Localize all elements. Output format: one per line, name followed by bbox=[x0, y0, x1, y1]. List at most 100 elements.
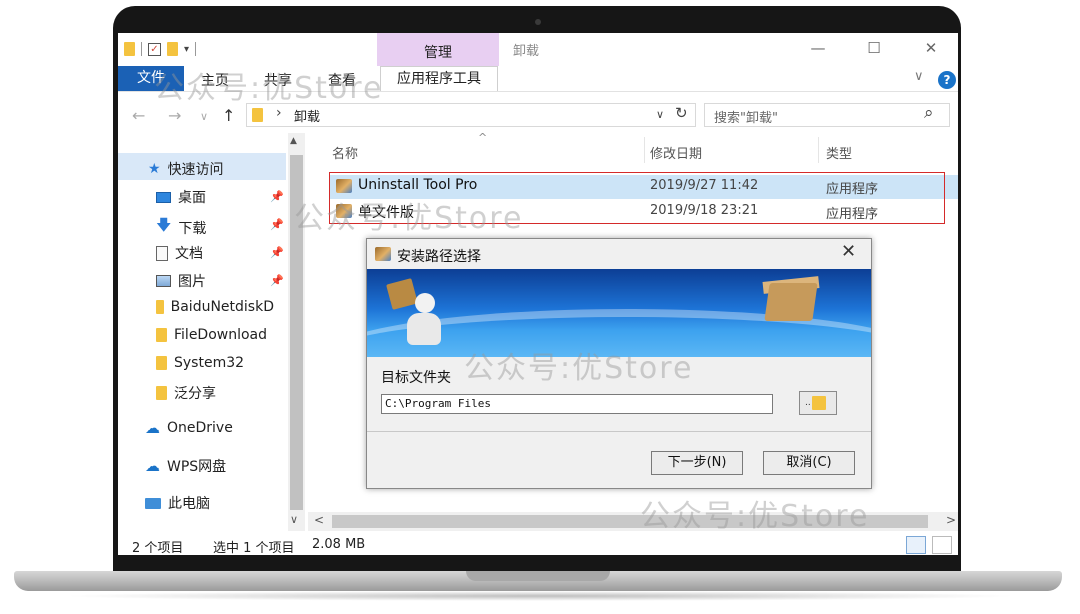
quick-access-toolbar: ✓ ▾ bbox=[124, 38, 197, 60]
close-button[interactable]: ✕ bbox=[917, 35, 945, 61]
ribbon-collapse-icon[interactable]: ∨ bbox=[914, 69, 924, 84]
sidebar-item-pictures[interactable]: 图片 bbox=[156, 271, 206, 291]
sidebar-item-this-pc[interactable]: 此电脑 bbox=[145, 493, 210, 513]
sidebar-item-system32[interactable]: System32 bbox=[156, 355, 244, 371]
pin-icon[interactable]: 📌 bbox=[270, 274, 284, 287]
column-header-modified[interactable]: 修改日期 bbox=[650, 143, 702, 162]
search-icon[interactable]: ⌕ bbox=[924, 103, 934, 123]
search-placeholder: 搜索"卸载" bbox=[714, 111, 778, 126]
help-icon[interactable]: ? bbox=[938, 71, 956, 89]
laptop-base-notch bbox=[466, 571, 610, 581]
properties-check-icon[interactable]: ✓ bbox=[148, 42, 161, 56]
column-divider[interactable] bbox=[818, 137, 819, 163]
sidebar-item-desktop[interactable]: 桌面 bbox=[156, 187, 206, 207]
cancel-button[interactable]: 取消(C) bbox=[763, 451, 855, 475]
watermark: 公众号:优Store bbox=[154, 71, 384, 106]
sidebar-item-fanfenxiang[interactable]: 泛分享 bbox=[156, 383, 216, 403]
folder-icon bbox=[252, 108, 263, 122]
scroll-down-icon[interactable]: ∨ bbox=[290, 513, 298, 526]
details-view-button[interactable] bbox=[906, 536, 926, 554]
nav-label: WPS网盘 bbox=[167, 459, 227, 475]
nav-label: 快速访问 bbox=[167, 162, 224, 178]
browse-folder-button[interactable]: .. bbox=[799, 391, 837, 415]
minimize-button[interactable]: — bbox=[804, 35, 832, 61]
refresh-icon[interactable]: ↻ bbox=[675, 104, 688, 122]
forward-button[interactable]: → bbox=[168, 106, 181, 125]
manage-tab[interactable]: 管理 bbox=[377, 42, 499, 62]
new-folder-icon[interactable] bbox=[167, 42, 178, 56]
star-icon: ★ bbox=[148, 161, 161, 177]
porter-figure-body bbox=[407, 313, 441, 345]
nav-label: System32 bbox=[174, 355, 245, 371]
dialog-close-button[interactable]: ✕ bbox=[841, 241, 856, 262]
pin-icon[interactable]: 📌 bbox=[270, 246, 284, 259]
wps-cloud-icon: ☁ bbox=[145, 457, 160, 475]
nav-quick-access[interactable]: ★ 快速访问 bbox=[148, 159, 224, 179]
status-selection: 选中 1 个项目 bbox=[213, 541, 295, 555]
picture-icon bbox=[156, 275, 171, 287]
divider bbox=[195, 42, 197, 56]
recent-locations-button[interactable]: ∨ bbox=[200, 110, 208, 123]
column-header-name[interactable]: 名称 bbox=[332, 143, 358, 162]
scroll-up-icon[interactable]: ▲ bbox=[290, 136, 297, 146]
watermark: 公众号:优Store bbox=[640, 499, 870, 534]
nav-label: 桌面 bbox=[178, 190, 206, 206]
document-icon bbox=[156, 245, 168, 261]
sidebar-item-onedrive[interactable]: ☁ OneDrive bbox=[145, 419, 233, 437]
computer-icon bbox=[145, 497, 161, 509]
up-button[interactable]: ↑ bbox=[222, 106, 235, 125]
status-size: 2.08 MB bbox=[312, 537, 366, 552]
pin-icon[interactable]: 📌 bbox=[270, 218, 284, 231]
address-dropdown-icon[interactable]: ∨ bbox=[656, 108, 664, 121]
folder-icon bbox=[812, 396, 826, 410]
nav-label: FileDownload bbox=[174, 327, 268, 343]
nav-label: 泛分享 bbox=[174, 386, 216, 402]
cloud-icon: ☁ bbox=[145, 419, 160, 437]
dialog-divider bbox=[367, 431, 871, 432]
window-title: 卸载 bbox=[513, 44, 540, 59]
nav-label: 下载 bbox=[178, 220, 207, 237]
sidebar-item-downloads[interactable]: 🡇 下载 bbox=[156, 215, 206, 240]
tab-app-tools[interactable]: 应用程序工具 bbox=[380, 66, 498, 91]
nav-label: BaiduNetdiskD bbox=[170, 299, 274, 315]
column-divider[interactable] bbox=[644, 137, 645, 163]
breadcrumb-separator: › bbox=[276, 105, 282, 121]
nav-label: 图片 bbox=[178, 274, 206, 290]
scroll-left-icon[interactable]: < bbox=[314, 513, 324, 527]
desktop-icon bbox=[156, 191, 171, 203]
folder-icon bbox=[156, 328, 167, 342]
column-header-type[interactable]: 类型 bbox=[826, 143, 852, 162]
folder-icon bbox=[156, 356, 167, 370]
webcam bbox=[535, 19, 541, 25]
watermark: 公众号:优Store bbox=[464, 351, 694, 386]
carried-box-icon bbox=[386, 278, 418, 310]
pin-icon[interactable]: 📌 bbox=[270, 190, 284, 203]
large-icons-view-button[interactable] bbox=[932, 536, 952, 554]
sidebar-item-wps[interactable]: ☁ WPS网盘 bbox=[145, 456, 226, 476]
folder-icon[interactable] bbox=[124, 42, 135, 56]
folder-icon bbox=[156, 300, 164, 314]
nav-label: 此电脑 bbox=[168, 496, 210, 512]
target-folder-label: 目标文件夹 bbox=[381, 370, 451, 386]
customize-dropdown-icon[interactable]: ▾ bbox=[184, 44, 189, 55]
nav-label: 文档 bbox=[175, 246, 203, 262]
dialog-title: 安装路径选择 bbox=[397, 249, 481, 265]
maximize-button[interactable]: ☐ bbox=[860, 35, 888, 61]
installer-app-icon bbox=[375, 247, 391, 261]
nav-label: OneDrive bbox=[167, 420, 233, 436]
sidebar-item-filedownload[interactable]: FileDownload bbox=[156, 327, 267, 343]
sidebar-item-baidunetdisk[interactable]: BaiduNetdiskD bbox=[156, 299, 274, 315]
breadcrumb-current[interactable]: 卸载 bbox=[294, 106, 320, 125]
porter-figure-head bbox=[415, 293, 435, 313]
sidebar-item-documents[interactable]: 文档 bbox=[156, 243, 203, 263]
package-box-icon bbox=[764, 283, 818, 321]
back-button[interactable]: ← bbox=[132, 106, 145, 125]
scroll-right-icon[interactable]: > bbox=[946, 513, 956, 527]
watermark: 公众号:优Store bbox=[294, 201, 524, 236]
status-item-count: 2 个项目 bbox=[132, 541, 184, 555]
browse-dots: .. bbox=[805, 398, 811, 408]
download-arrow-icon: 🡇 bbox=[156, 216, 172, 234]
divider bbox=[141, 42, 142, 56]
install-path-input[interactable]: C:\Program Files bbox=[381, 394, 773, 414]
next-button[interactable]: 下一步(N) bbox=[651, 451, 743, 475]
